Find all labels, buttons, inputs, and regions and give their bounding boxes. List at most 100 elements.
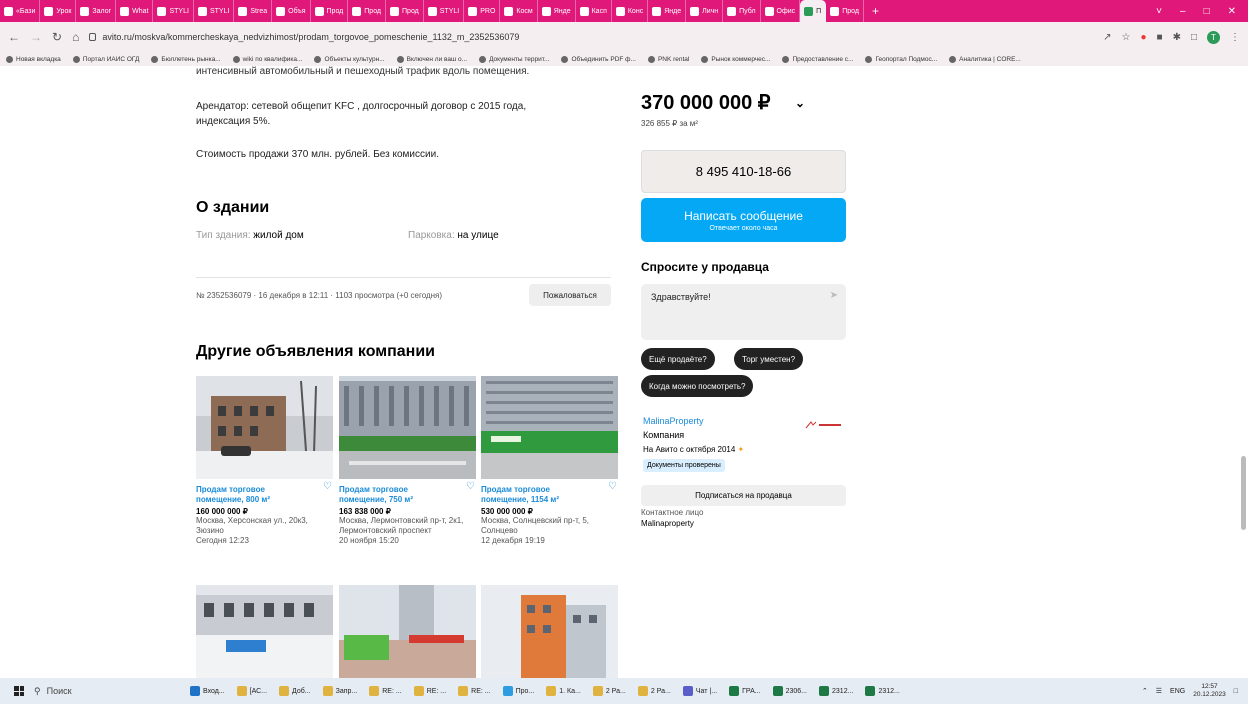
taskbar-app[interactable]: Запр... — [317, 678, 364, 704]
favorite-heart-icon[interactable]: ♡ — [608, 482, 618, 492]
menu-icon[interactable]: ⋮ — [1230, 32, 1240, 43]
bookmark-item[interactable]: Включен ли ваш о... — [396, 55, 467, 63]
back-icon[interactable]: ← — [8, 30, 20, 44]
taskbar-app[interactable]: 1. Ка... — [540, 678, 587, 704]
sidepanel-icon[interactable]: □ — [1191, 32, 1197, 43]
close-icon[interactable]: ✕ — [1228, 6, 1236, 17]
browser-tab[interactable]: Прод — [826, 0, 864, 22]
bookmark-item[interactable]: Объекты культурн... — [314, 55, 385, 63]
write-message-button[interactable]: Написать сообщение Отвечает около часа — [641, 198, 846, 242]
clock[interactable]: 12:57 20.12.2023 — [1193, 683, 1226, 699]
browser-tab[interactable]: Залог — [76, 0, 117, 22]
browser-tab[interactable]: STYLI — [424, 0, 465, 22]
favorite-heart-icon[interactable]: ♡ — [323, 482, 333, 492]
bookmark-star-icon[interactable]: ☆ — [1122, 32, 1131, 43]
browser-tab[interactable]: Личн — [686, 0, 724, 22]
seller-name-link[interactable]: MalinaProperty — [643, 416, 704, 426]
browser-tab[interactable]: Офис — [761, 0, 801, 22]
chevron-down-icon[interactable]: ⌄ — [795, 96, 805, 110]
browser-tab[interactable]: П — [800, 0, 827, 22]
extension-icon[interactable]: ■ — [1157, 32, 1163, 43]
browser-tab[interactable]: Касп — [576, 0, 612, 22]
bookmark-item[interactable]: Предоставление с... — [782, 55, 853, 63]
taskbar-app[interactable]: Про... — [497, 678, 541, 704]
network-icon[interactable]: ☰ — [1156, 687, 1162, 695]
listing-title[interactable]: Продам торговое помещение, 1154 м² — [481, 485, 599, 505]
taskbar-app[interactable]: 2 Ра... — [587, 678, 632, 704]
taskbar-app[interactable]: Вход... — [184, 678, 231, 704]
ask-seller-input[interactable]: Здравствуйте! ➤ — [641, 284, 846, 340]
listing-photo[interactable] — [481, 585, 618, 678]
taskbar-app[interactable]: RE: ... — [452, 678, 496, 704]
listing-photo[interactable] — [196, 585, 333, 678]
favorite-heart-icon[interactable]: ♡ — [466, 482, 476, 492]
browser-tab[interactable]: STYLI — [153, 0, 194, 22]
quick-question-chip[interactable]: Когда можно посмотреть? — [641, 375, 754, 397]
listing-card[interactable]: Продам торговое помещение, 800 м² ♡ 160 … — [196, 376, 333, 546]
new-tab-button[interactable]: + — [864, 4, 887, 18]
browser-tab[interactable]: Косм — [500, 0, 538, 22]
maximize-icon[interactable]: □ — [1204, 6, 1210, 17]
bookmark-item[interactable]: Портал ИАИС ОГД — [72, 55, 139, 63]
minimize-icon[interactable]: – — [1180, 6, 1186, 17]
language-indicator[interactable]: ENG — [1170, 688, 1185, 695]
browser-tab[interactable]: Прод — [386, 0, 424, 22]
taskbar-search[interactable]: ⚲ Поиск — [34, 686, 184, 697]
listing-photo[interactable] — [339, 585, 476, 678]
browser-tab[interactable]: Публ — [723, 0, 761, 22]
browser-tab[interactable]: «Бази — [0, 0, 41, 22]
home-icon[interactable]: ⌂ — [72, 30, 79, 44]
listing-photo[interactable] — [196, 376, 333, 479]
browser-tab[interactable]: Урок — [40, 0, 77, 22]
quick-question-chip[interactable]: Торг уместен? — [734, 348, 804, 370]
browser-tab[interactable]: Прод — [311, 0, 349, 22]
listing-title[interactable]: Продам торговое помещение, 800 м² — [196, 485, 314, 505]
page-scrollbar[interactable] — [1241, 456, 1246, 530]
browser-tab[interactable]: Янде — [648, 0, 687, 22]
bookmark-item[interactable]: Аналитика | CORE... — [949, 55, 1021, 63]
browser-tab[interactable]: What — [116, 0, 154, 22]
listing-title[interactable]: Продам торговое помещение, 750 м² — [339, 485, 457, 505]
bookmark-item[interactable]: wiki по квалифика... — [232, 55, 302, 63]
bookmark-item[interactable]: Новая вкладка — [6, 55, 61, 63]
report-button[interactable]: Пожаловаться — [529, 284, 611, 306]
puzzle-icon[interactable]: ✱ — [1173, 32, 1181, 43]
bookmark-item[interactable]: Рынок коммерчес... — [701, 55, 770, 63]
browser-tab[interactable]: Объя — [272, 0, 311, 22]
listing-card[interactable]: Продам торговое помещение, 750 м² ♡ 163 … — [339, 376, 476, 546]
taskbar-app[interactable]: 2306... — [767, 678, 813, 704]
listing-photo[interactable] — [481, 376, 618, 479]
taskbar-app[interactable]: 2312... — [813, 678, 859, 704]
chevron-up-icon[interactable]: ⌃ — [1142, 687, 1148, 695]
profile-avatar[interactable]: T — [1207, 30, 1220, 44]
send-icon[interactable]: ➤ — [830, 290, 838, 301]
taskbar-app[interactable]: ГРА... — [723, 678, 767, 704]
taskbar-app[interactable]: RE: ... — [408, 678, 452, 704]
notifications-icon[interactable]: □ — [1234, 688, 1238, 695]
chevron-down-icon[interactable]: ˅ — [1156, 6, 1162, 17]
quick-question-chip[interactable]: Ещё продаёте? — [641, 348, 715, 370]
bookmark-item[interactable]: Документы террит... — [479, 55, 549, 63]
bookmark-item[interactable]: Бюллетень рынка... — [151, 55, 221, 63]
taskbar-app[interactable]: 2312... — [859, 678, 905, 704]
bookmark-item[interactable]: Геопортал Подмос... — [865, 55, 937, 63]
listing-card[interactable]: Продам торговое помещение, 1154 м² ♡ 530… — [481, 376, 618, 546]
taskbar-app[interactable]: Доб... — [273, 678, 317, 704]
taskbar-app[interactable]: RE: ... — [363, 678, 407, 704]
taskbar-app[interactable]: [АС... — [231, 678, 273, 704]
bookmark-item[interactable]: PNK rental — [647, 55, 689, 63]
listing-photo[interactable] — [339, 376, 476, 479]
windows-start-icon[interactable] — [14, 686, 24, 696]
browser-tab[interactable]: Прод — [348, 0, 387, 22]
bookmark-item[interactable]: Объединить PDF ф... — [561, 55, 636, 63]
share-icon[interactable]: ↗ — [1103, 32, 1111, 43]
taskbar-app[interactable]: 2 Ра... — [632, 678, 677, 704]
extension-icon[interactable]: ● — [1140, 32, 1146, 43]
browser-tab[interactable]: Strea — [234, 0, 273, 22]
browser-tab[interactable]: STYLI — [194, 0, 235, 22]
browser-tab[interactable]: Янде — [538, 0, 576, 22]
reload-icon[interactable]: ↻ — [52, 30, 62, 44]
taskbar-app[interactable]: Чат |... — [677, 678, 723, 704]
browser-tab[interactable]: PRO — [464, 0, 501, 22]
show-phone-button[interactable]: 8 495 410-18-66 — [641, 150, 846, 193]
